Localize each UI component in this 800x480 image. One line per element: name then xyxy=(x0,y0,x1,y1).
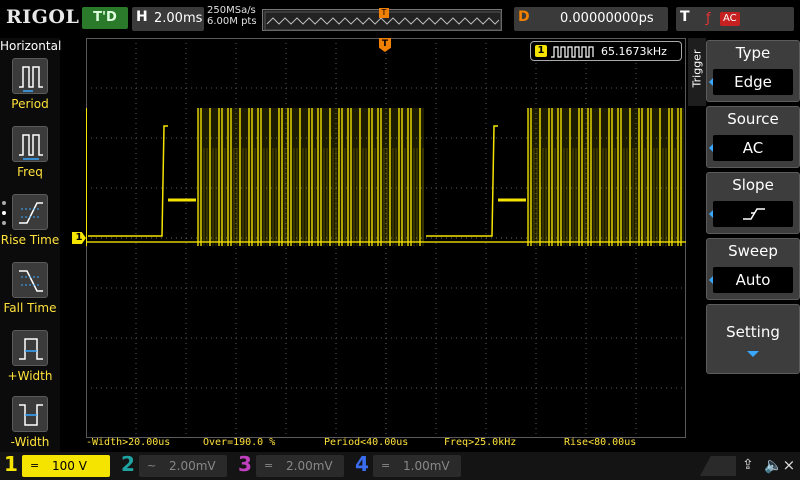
chevron-down-icon xyxy=(747,351,759,357)
counter-pulse-icon xyxy=(551,46,594,58)
rise-time-icon xyxy=(12,194,48,230)
horizontal-panel: Horizontal Period Freq Rise Time Fall Ti… xyxy=(0,38,62,452)
waveform-trace xyxy=(426,125,498,237)
freq-button[interactable]: Freq xyxy=(0,124,60,190)
trigger-source-value-box: AC xyxy=(713,135,793,161)
sample-info: 250MSa/s 6.00M pts xyxy=(207,5,257,27)
trigger-sweep-menu[interactable]: Sweep Auto xyxy=(706,238,800,300)
channel3-coupling: = xyxy=(264,459,274,472)
channel2-number: 2 xyxy=(121,452,135,476)
waveform-trace xyxy=(88,125,168,237)
channel1-tab[interactable]: 1 = 100 V xyxy=(0,452,115,480)
brand-logo: RIGOL xyxy=(6,6,80,28)
channel4-number: 4 xyxy=(355,452,369,476)
timebase-value: 2.00ms xyxy=(154,11,203,26)
measurement-overshoot: Over=190.0 % xyxy=(203,437,276,448)
channel1-offset-label: 1 xyxy=(75,232,83,243)
trigger-menu: Trigger Type Edge Source AC Slope Sweep … xyxy=(688,38,800,452)
negative-width-icon xyxy=(12,396,48,432)
channel3-tab[interactable]: 3 = 2.00mV xyxy=(234,452,349,480)
channel1-number: 1 xyxy=(4,452,18,476)
trigger-type-title: Type xyxy=(735,44,771,62)
trigger-sweep-title: Sweep xyxy=(728,242,778,260)
menu-expand-icon[interactable] xyxy=(700,456,736,476)
period-button[interactable]: Period xyxy=(0,56,60,122)
channel-bar: 1 = 100 V 2 ~ 2.00mV 3 = 2.00mV 4 = 1.00… xyxy=(0,452,800,480)
trigger-slope-title: Slope xyxy=(732,176,774,194)
trigger-type-value: Edge xyxy=(734,73,772,91)
channel4-coupling: = xyxy=(381,459,391,472)
channel2-tab[interactable]: 2 ~ 2.00mV xyxy=(117,452,232,480)
sample-rate: 250MSa/s xyxy=(207,5,256,16)
fall-time-button[interactable]: Fall Time xyxy=(0,260,60,326)
rising-edge-icon xyxy=(743,208,765,220)
trigger-source-title: Source xyxy=(727,110,779,128)
timebase-letter: H xyxy=(136,9,148,25)
trigger-edge-icon: ƒ xyxy=(706,11,711,26)
measurement-strip: -Width>20.00us Over=190.0 % Period<40.00… xyxy=(86,437,686,451)
counter-value: 65.1673kHz xyxy=(601,45,667,58)
period-label: Period xyxy=(11,97,49,111)
usb-icon: ⇪ xyxy=(742,457,754,473)
channel4-scale: 1.00mV xyxy=(403,459,450,473)
delay-box[interactable]: D 0.00000000ps xyxy=(514,7,668,31)
delay-value: 0.00000000ps xyxy=(560,11,654,26)
trigger-status-box[interactable]: T ƒ AC xyxy=(676,7,794,31)
trigger-letter: T xyxy=(680,9,690,25)
top-status-bar: RIGOL T'D H 2.00ms 250MSa/s 6.00M pts T … xyxy=(0,0,800,38)
trigger-sweep-value: Auto xyxy=(735,271,771,289)
freq-icon xyxy=(12,126,48,162)
trigger-source-menu[interactable]: Source AC xyxy=(706,106,800,168)
channel1-offset-marker[interactable]: 1 xyxy=(72,232,86,244)
trigger-sweep-value-box: Auto xyxy=(713,267,793,293)
frequency-counter[interactable]: 1 65.1673kHz xyxy=(530,41,682,61)
trigger-source-value: AC xyxy=(742,139,764,157)
memory-trigger-marker-label: T xyxy=(381,8,387,17)
speaker-muted-icon[interactable]: 🔈× xyxy=(764,456,795,474)
trigger-setting-menu[interactable]: Setting xyxy=(706,304,800,374)
trigger-position-label: T xyxy=(381,39,389,49)
channel3-number: 3 xyxy=(238,452,252,476)
fall-time-icon xyxy=(12,262,48,298)
negative-width-button[interactable]: -Width xyxy=(0,394,60,460)
channel1-scale: 100 V xyxy=(52,459,87,473)
positive-width-icon xyxy=(12,330,48,366)
delay-letter: D xyxy=(518,9,530,25)
measurement-frequency: Freq>25.0kHz xyxy=(444,437,517,448)
positive-width-label: +Width xyxy=(7,369,53,383)
channel4-tab[interactable]: 4 = 1.00mV xyxy=(351,452,466,480)
channel2-scale: 2.00mV xyxy=(169,459,216,473)
graticule xyxy=(86,38,686,438)
measurement-period: Period<40.00us xyxy=(324,437,409,448)
panel-title: Horizontal xyxy=(0,39,62,53)
trigger-source-badge: AC xyxy=(720,12,740,26)
period-icon xyxy=(12,58,48,94)
rise-time-label: Rise Time xyxy=(0,233,60,247)
memory-trigger-marker: T xyxy=(379,8,389,18)
trigger-setting-title: Setting xyxy=(726,323,780,341)
trigger-tab-label: Trigger xyxy=(690,49,704,88)
trigger-slope-menu[interactable]: Slope xyxy=(706,172,800,234)
positive-width-button[interactable]: +Width xyxy=(0,328,60,394)
channel3-scale: 2.00mV xyxy=(286,459,333,473)
trigger-type-menu[interactable]: Type Edge xyxy=(706,40,800,102)
freq-label: Freq xyxy=(17,165,43,179)
trigger-type-value-box: Edge xyxy=(713,69,793,95)
trigger-tab[interactable]: Trigger xyxy=(688,38,706,106)
channel2-coupling: ~ xyxy=(147,459,157,472)
negative-width-label: -Width xyxy=(10,435,50,449)
waveform-display[interactable]: T 1 65.1673kHz xyxy=(86,38,686,438)
measurement-negative-width: -Width>20.00us xyxy=(86,437,171,448)
rise-time-button[interactable]: Rise Time xyxy=(0,192,60,258)
memory-depth: 6.00M pts xyxy=(207,16,257,27)
run-status-badge[interactable]: T'D xyxy=(82,7,128,29)
trigger-slope-value-box xyxy=(713,201,793,227)
channel1-coupling: = xyxy=(30,459,40,472)
memory-position-bar[interactable]: T xyxy=(262,8,502,31)
counter-channel-badge: 1 xyxy=(535,45,547,57)
timebase-box[interactable]: H 2.00ms xyxy=(132,7,204,31)
fall-time-label: Fall Time xyxy=(3,301,57,315)
measurement-rise: Rise<80.00us xyxy=(564,437,637,448)
